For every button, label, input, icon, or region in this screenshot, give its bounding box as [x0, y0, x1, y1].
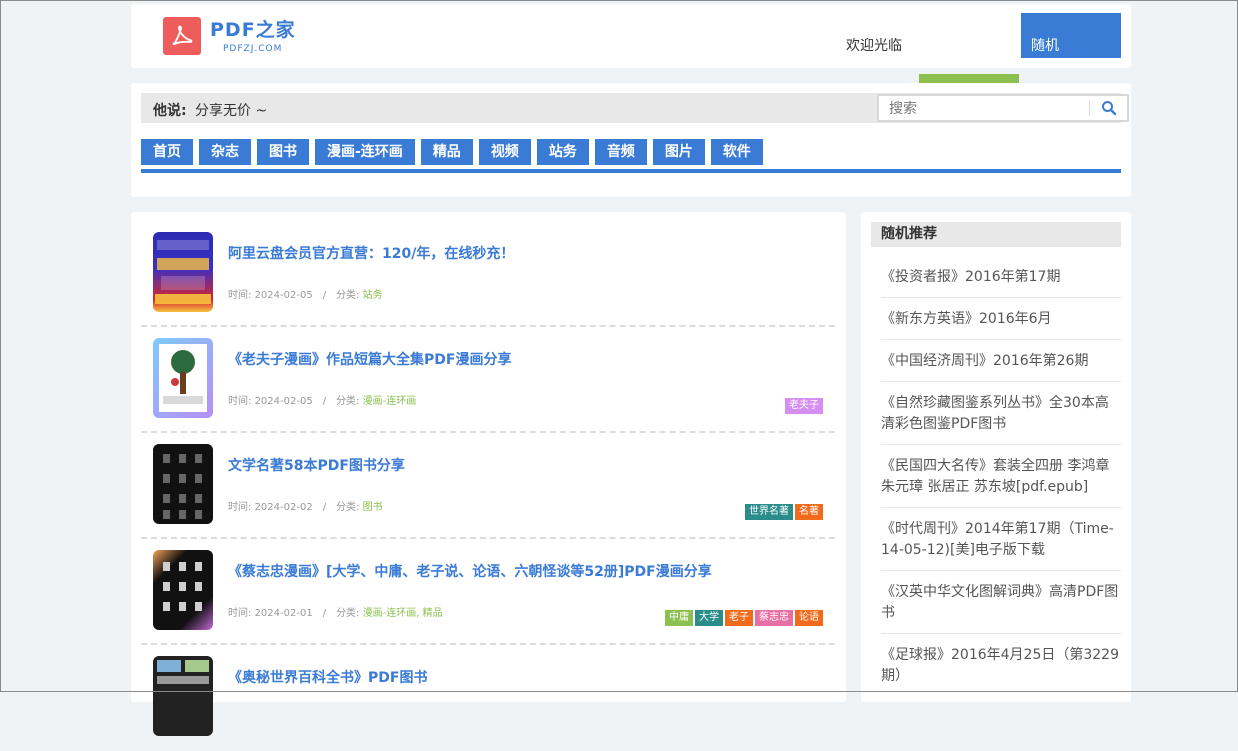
post-category[interactable]: 站务 [363, 290, 383, 301]
tag-badge[interactable]: 名著 [795, 504, 823, 520]
list-item: 文学名著58本PDF图书分享 时间: 2024-02-02/分类: 图书 世界名… [141, 434, 835, 539]
sidebar: 随机推荐 《投资者报》2016年第17期 《新东方英语》2016年6月 《中国经… [861, 212, 1131, 702]
list-item: 《老夫子漫画》作品短篇大全集PDF漫画分享 时间: 2024-02-05/分类:… [141, 328, 835, 433]
search-icon[interactable] [1101, 100, 1119, 118]
tag-badge[interactable]: 论语 [795, 610, 823, 626]
site-logo-title[interactable]: PDF之家 [210, 15, 296, 42]
nav-item-images[interactable]: 图片 [652, 139, 705, 165]
search-divider [1089, 100, 1090, 116]
tag-badge[interactable]: 中庸 [665, 610, 693, 626]
post-title[interactable]: 文学名著58本PDF图书分享 [228, 455, 405, 475]
notice-bar: 他说: 分享无价 ~ [141, 93, 1129, 123]
post-thumbnail[interactable] [153, 550, 213, 630]
tag-badge[interactable]: 大学 [695, 610, 723, 626]
notice-label: 他说: [153, 103, 187, 119]
post-date: 2024-02-05 [254, 290, 313, 301]
post-category[interactable]: 漫画-连环画, 精品 [363, 608, 443, 619]
post-tags: 中庸 大学 老子 蔡志忠 论语 [665, 610, 823, 626]
nav-item-featured[interactable]: 精品 [420, 139, 473, 165]
sidebar-item[interactable]: 《投资者报》2016年第17期 [881, 256, 1121, 298]
list-item: 阿里云盘会员官方直营：120/年，在线秒充！ 时间: 2024-02-05/分类… [141, 222, 835, 327]
nav-item-magazines[interactable]: 杂志 [199, 139, 251, 165]
post-time-label: 时间: [228, 396, 255, 407]
tag-badge[interactable]: 老子 [725, 610, 753, 626]
nav-item-home[interactable]: 首页 [141, 139, 193, 165]
random-button[interactable]: 随机 [1021, 13, 1121, 58]
post-meta: 时间: 2024-02-02/分类: 图书 [228, 502, 383, 513]
sidebar-item[interactable]: 《中国经济周刊》2016年第26期 [881, 340, 1121, 382]
sidebar-item[interactable]: 《民国四大名传》套装全四册 李鸿章 朱元璋 张居正 苏东坡[pdf.epub] [881, 445, 1121, 508]
nav-item-videos[interactable]: 视频 [478, 139, 531, 165]
post-date: 2024-02-02 [254, 502, 313, 513]
sidebar-item[interactable]: 《新东方英语》2016年6月 [881, 298, 1121, 340]
pdf-logo-icon[interactable] [163, 17, 201, 55]
nav-item-software[interactable]: 软件 [710, 139, 763, 165]
post-title[interactable]: 《老夫子漫画》作品短篇大全集PDF漫画分享 [228, 349, 511, 369]
post-meta: 时间: 2024-02-05/分类: 站务 [228, 290, 383, 301]
navigation-box: 他说: 分享无价 ~ 首页 杂志 图书 漫画-连环画 精品 视频 站务 音频 图… [131, 83, 1131, 197]
tag-badge[interactable]: 蔡志忠 [755, 610, 793, 626]
post-category[interactable]: 漫画-连环画 [363, 396, 417, 407]
post-title[interactable]: 《奥秘世界百科全书》PDF图书 [228, 667, 427, 687]
post-time-label: 时间: [228, 608, 255, 619]
post-meta: 时间: 2024-02-01/分类: 漫画-连环画, 精品 [228, 608, 443, 619]
post-category-label: 分类: [336, 608, 363, 619]
post-time-label: 时间: [228, 502, 255, 513]
list-item: 《奥秘世界百科全书》PDF图书 [141, 646, 835, 751]
post-category-label: 分类: [336, 290, 363, 301]
nav-item-comics[interactable]: 漫画-连环画 [315, 139, 415, 165]
tag-badge[interactable]: 世界名著 [745, 504, 793, 520]
post-thumbnail[interactable] [153, 232, 213, 312]
site-logo-subtitle: PDFZJ.COM [223, 44, 283, 54]
notice-text: 分享无价 ~ [195, 103, 268, 119]
post-category[interactable]: 图书 [363, 502, 383, 513]
sidebar-item[interactable]: 《汉英中华文化图解词典》高清PDF图书 [881, 571, 1121, 634]
sidebar-item[interactable]: 《时代周刊》2014年第17期（Time-14-05-12)[美]电子版下载 [881, 508, 1121, 571]
post-category-label: 分类: [336, 502, 363, 513]
welcome-text: 欢迎光临 [846, 38, 902, 54]
post-title[interactable]: 《蔡志忠漫画》[大学、中庸、老子说、论语、六朝怪谈等52册]PDF漫画分享 [228, 561, 712, 581]
post-meta: 时间: 2024-02-05/分类: 漫画-连环画 [228, 396, 417, 407]
search-box [877, 94, 1129, 122]
post-tags: 世界名著 名著 [745, 504, 823, 520]
search-input[interactable] [887, 99, 1081, 119]
post-title[interactable]: 阿里云盘会员官方直营：120/年，在线秒充！ [228, 243, 514, 263]
random-recommend-list: 《投资者报》2016年第17期 《新东方英语》2016年6月 《中国经济周刊》2… [881, 256, 1121, 696]
post-date: 2024-02-05 [254, 396, 313, 407]
post-list: 阿里云盘会员官方直营：120/年，在线秒充！ 时间: 2024-02-05/分类… [131, 212, 846, 736]
post-category-label: 分类: [336, 396, 363, 407]
main-nav: 首页 杂志 图书 漫画-连环画 精品 视频 站务 音频 图片 软件 [141, 139, 1121, 173]
tag-badge[interactable]: 老夫子 [785, 398, 823, 414]
list-item: 《蔡志忠漫画》[大学、中庸、老子说、论语、六朝怪谈等52册]PDF漫画分享 时间… [141, 540, 835, 645]
post-time-label: 时间: [228, 290, 255, 301]
nav-item-audio[interactable]: 音频 [594, 139, 647, 165]
sidebar-heading: 随机推荐 [871, 222, 1121, 247]
post-thumbnail[interactable] [153, 656, 213, 736]
post-thumbnail[interactable] [153, 338, 213, 418]
site-header: PDF之家 PDFZJ.COM 欢迎光临 标签 随机 [131, 4, 1131, 119]
post-date: 2024-02-01 [254, 608, 313, 619]
post-tags: 老夫子 [785, 398, 823, 414]
nav-item-books[interactable]: 图书 [257, 139, 309, 165]
nav-item-site-news[interactable]: 站务 [536, 139, 589, 165]
sidebar-item[interactable]: 《自然珍藏图鉴系列丛书》全30本高清彩色图鉴PDF图书 [881, 382, 1121, 445]
sidebar-item[interactable]: 《足球报》2016年4月25日（第3229期） [881, 634, 1121, 696]
post-thumbnail[interactable] [153, 444, 213, 524]
